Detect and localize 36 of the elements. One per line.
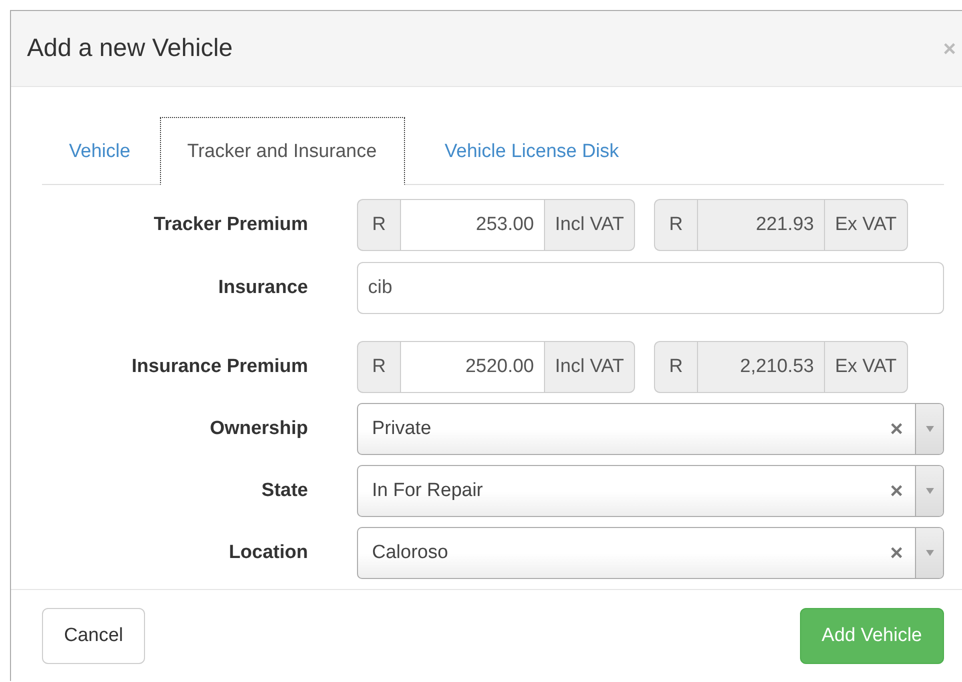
dialog-title: Add a new Vehicle — [27, 34, 234, 63]
amount-field[interactable]: 2,210.53 — [696, 341, 825, 393]
cancel-button[interactable]: Cancel — [42, 608, 146, 664]
currency-prefix: R — [357, 199, 400, 251]
tab[interactable]: Vehicle License Disk — [418, 117, 647, 185]
dropdown-arrow-icon[interactable] — [926, 426, 934, 432]
select-field[interactable]: In For Repair × — [357, 465, 944, 517]
select-value: In For Repair — [371, 480, 484, 502]
dropdown-arrow-icon[interactable] — [926, 488, 934, 494]
field-label: Insurance Premium — [130, 356, 308, 378]
clear-button[interactable]: × — [890, 480, 903, 502]
select-value: Caloroso — [371, 542, 450, 564]
vat-suffix: Ex VAT — [824, 341, 908, 393]
amount-field[interactable]: 2520.00 — [400, 341, 545, 393]
select-field[interactable]: Private × — [357, 403, 944, 455]
field-label: State — [260, 480, 308, 502]
dropdown-arrow-icon[interactable] — [926, 550, 934, 556]
select-value: Private — [371, 418, 432, 440]
clear-button[interactable]: × — [890, 418, 903, 440]
clear-button[interactable]: × — [890, 542, 903, 564]
field-label: Tracker Premium — [152, 214, 308, 236]
select-field[interactable]: Caloroso × — [357, 527, 944, 579]
tab[interactable]: Tracker and Insurance — [160, 117, 405, 185]
amount-field[interactable]: 253.00 — [400, 199, 545, 251]
field-label: Location — [228, 542, 308, 564]
vat-suffix: Incl VAT — [545, 199, 635, 251]
field-label: Ownership — [208, 418, 308, 440]
vat-suffix: Ex VAT — [824, 199, 908, 251]
vat-suffix: Incl VAT — [545, 341, 635, 393]
amount-field[interactable]: 221.93 — [696, 199, 825, 251]
currency-prefix: R — [654, 341, 697, 393]
field-label: Insurance — [217, 277, 308, 299]
text-field[interactable]: cib — [357, 262, 944, 314]
currency-prefix: R — [357, 341, 400, 393]
currency-prefix: R — [654, 199, 697, 251]
tab[interactable]: Vehicle — [42, 117, 148, 185]
